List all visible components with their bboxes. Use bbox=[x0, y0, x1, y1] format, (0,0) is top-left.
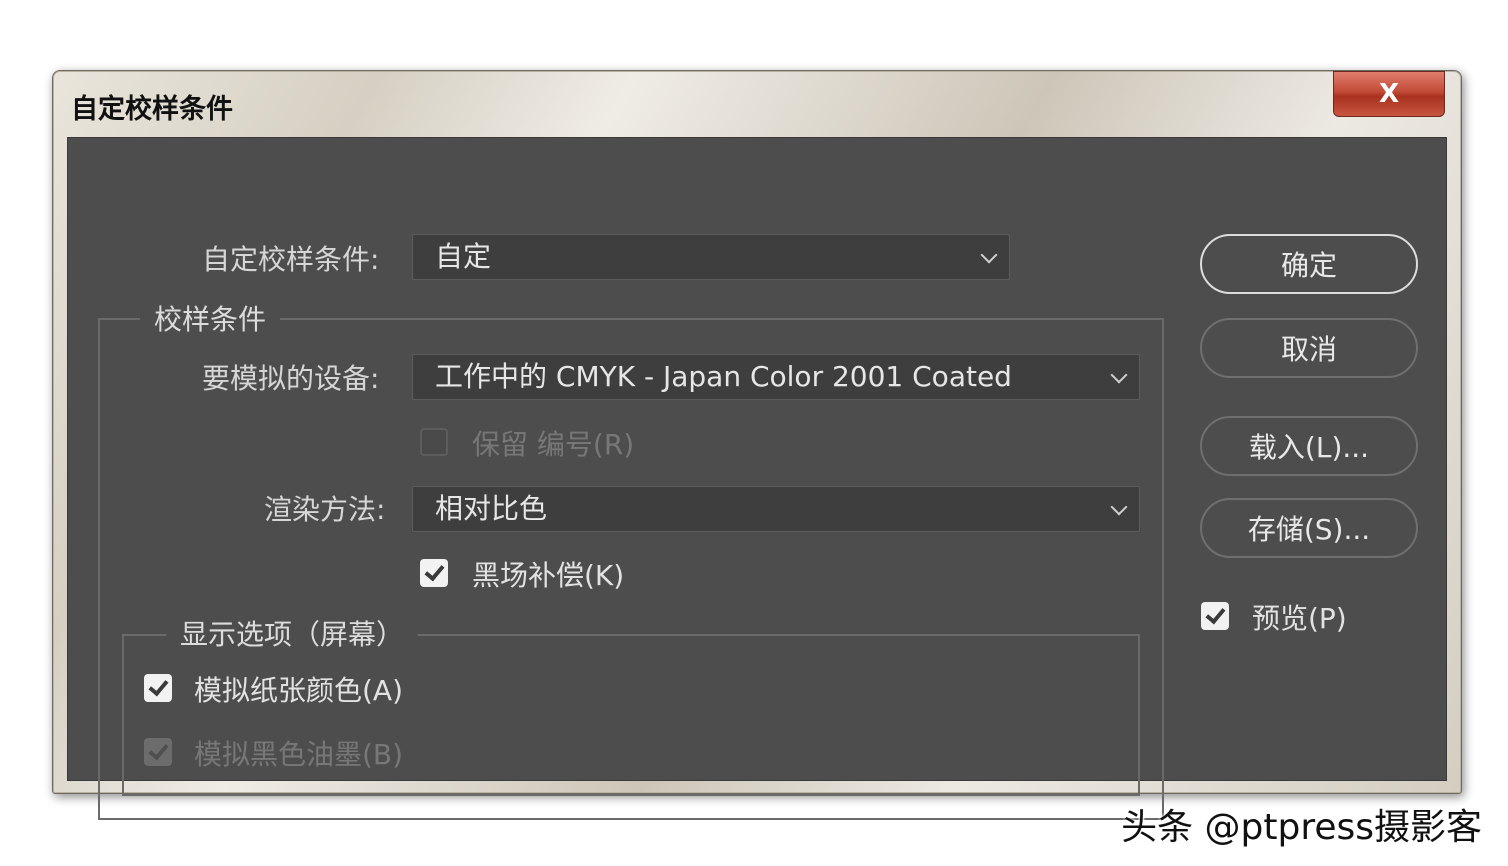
preserve-numbers-label: 保留 编号(R) bbox=[472, 428, 635, 461]
chevron-down-icon bbox=[980, 246, 998, 264]
chevron-down-icon bbox=[1110, 366, 1128, 384]
load-button[interactable]: 载入(L)... bbox=[1200, 416, 1418, 476]
cancel-button[interactable]: 取消 bbox=[1200, 318, 1418, 378]
custom-proof-dropdown[interactable]: 自定 bbox=[412, 234, 1010, 280]
rendering-intent-label: 渲染方法: bbox=[264, 493, 386, 526]
save-button[interactable]: 存储(S)... bbox=[1200, 498, 1418, 558]
chevron-down-icon bbox=[1110, 498, 1128, 516]
custom-proof-value: 自定 bbox=[435, 240, 492, 273]
ok-button[interactable]: 确定 bbox=[1200, 234, 1418, 294]
preview-label: 预览(P) bbox=[1252, 602, 1347, 635]
close-button[interactable]: X bbox=[1333, 71, 1445, 117]
rendering-intent-value: 相对比色 bbox=[435, 492, 548, 525]
device-dropdown[interactable]: 工作中的 CMYK - Japan Color 2001 Coated bbox=[412, 354, 1140, 400]
rendering-intent-dropdown[interactable]: 相对比色 bbox=[412, 486, 1140, 532]
custom-proof-label: 自定校样条件: bbox=[202, 243, 380, 276]
simulate-paper-color-checkbox[interactable] bbox=[144, 674, 172, 702]
preserve-numbers-checkbox[interactable] bbox=[420, 428, 448, 456]
display-options-title: 显示选项（屏幕） bbox=[166, 613, 419, 653]
preview-checkbox[interactable] bbox=[1201, 602, 1229, 630]
dialog-content: 自定校样条件: 自定 校样条件 要模拟的设备: 工作中的 CMYK - Japa… bbox=[67, 137, 1447, 820]
dialog-title: 自定校样条件 bbox=[71, 94, 233, 125]
simulate-black-ink-label: 模拟黑色油墨(B) bbox=[194, 738, 404, 771]
simulate-paper-color-label: 模拟纸张颜色(A) bbox=[194, 674, 404, 707]
device-label: 要模拟的设备: bbox=[202, 362, 380, 395]
proof-setup-dialog: 自定校样条件 X 自定校样条件: 自定 校样条件 要模拟的设备: 工作中的 CM… bbox=[52, 70, 1462, 820]
proof-conditions-title: 校样条件 bbox=[140, 298, 281, 338]
close-icon: X bbox=[1378, 79, 1400, 109]
black-point-compensation-checkbox[interactable] bbox=[420, 559, 448, 587]
watermark-text: 头条 @ptpress摄影客 bbox=[1121, 807, 1482, 848]
black-point-compensation-label: 黑场补偿(K) bbox=[472, 559, 625, 592]
simulate-black-ink-checkbox[interactable] bbox=[144, 738, 172, 766]
device-value: 工作中的 CMYK - Japan Color 2001 Coated bbox=[435, 360, 1012, 393]
